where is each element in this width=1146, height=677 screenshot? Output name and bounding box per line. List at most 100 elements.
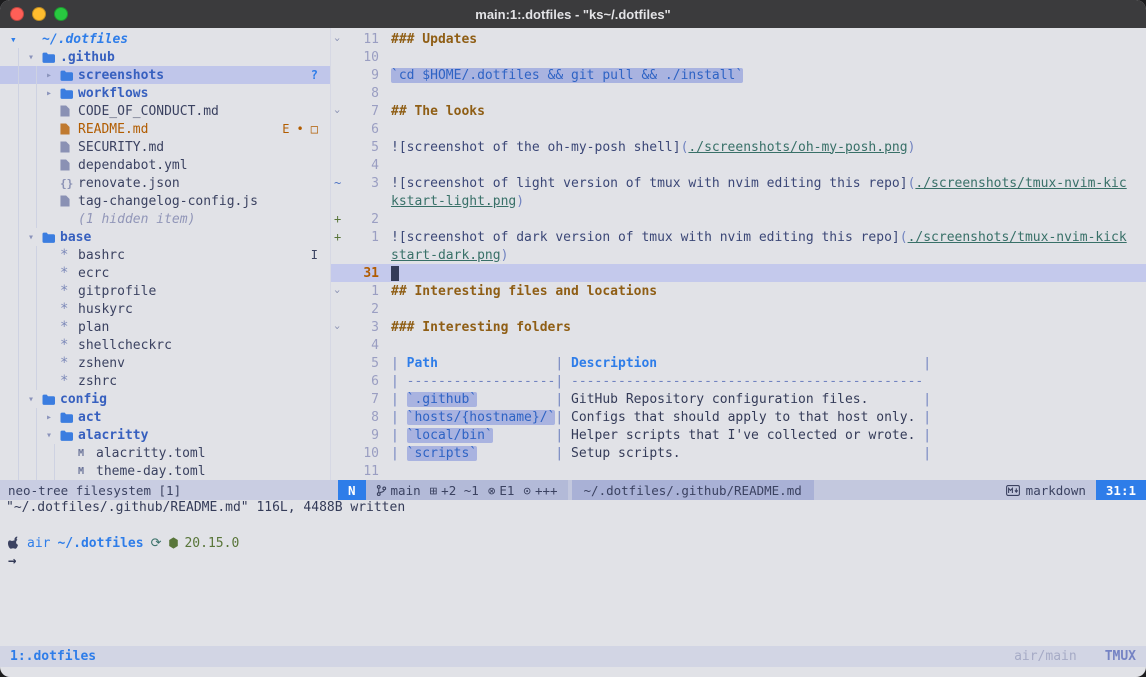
dotfile-icon: * [60, 355, 78, 371]
tree-item-dependabot-yml[interactable]: dependabot.yml [0, 156, 330, 174]
tree-item-label: alacritty [78, 428, 148, 443]
editor-line[interactable]: 6| -------------------| ----------------… [331, 372, 1146, 390]
tree-item-workflows[interactable]: ▸workflows [0, 84, 330, 102]
tree-item-1-hidden-item[interactable]: (1 hidden item) [0, 210, 330, 228]
line-number: 1 [352, 284, 391, 299]
chevron-right-icon[interactable]: ▸ [46, 70, 60, 81]
chevron-right-icon[interactable]: ▸ [46, 88, 60, 99]
code-segment: | [555, 392, 571, 407]
indent-guide [10, 300, 28, 318]
editor-line[interactable]: 10| `scripts` | Setup scripts. | [331, 444, 1146, 462]
chevron-down-icon[interactable]: ▾ [28, 394, 42, 405]
line-text: | `hosts/{hostname}/`| Configs that shou… [391, 410, 1146, 425]
editor-line[interactable]: ~3![screenshot of light version of tmux … [331, 174, 1146, 192]
tree-item-code-of-conduct-md[interactable]: CODE_OF_CONDUCT.md [0, 102, 330, 120]
tree-item-ecrc[interactable]: *ecrc [0, 264, 330, 282]
chevron-down-icon[interactable]: ▾ [10, 33, 24, 46]
tree-item-alacritty[interactable]: ▾ alacritty [0, 426, 330, 444]
editor-line[interactable]: 10 [331, 48, 1146, 66]
editor-line[interactable]: 9| `local/bin` | Helper scripts that I'v… [331, 426, 1146, 444]
editor-line[interactable]: ›1## Interesting files and locations [331, 282, 1146, 300]
editor-line[interactable]: kstart-light.png) [331, 192, 1146, 210]
chevron-down-icon[interactable]: ▾ [28, 232, 42, 243]
editor-line[interactable]: +1![screenshot of dark version of tmux w… [331, 228, 1146, 246]
chevron-down-icon[interactable]: ▾ [28, 52, 42, 63]
close-button[interactable] [10, 7, 24, 21]
tree-item-renovate-json[interactable]: {}renovate.json [0, 174, 330, 192]
line-text: `cd $HOME/.dotfiles && git pull && ./ins… [391, 68, 1146, 83]
link-text[interactable]: kstart-light.png [391, 194, 516, 209]
link-text[interactable]: ./screenshots/tmux-nvim-kic [915, 176, 1126, 191]
diagnostics: ⊗ E1 [488, 483, 515, 498]
tree-item-label: SECURITY.md [78, 140, 164, 155]
window-titlebar: main:1:.dotfiles - "ks~/.dotfiles" [0, 0, 1146, 28]
editor-line[interactable]: 8 [331, 84, 1146, 102]
code-segment: Description [571, 356, 657, 371]
tree-item-tag-changelog-config-js[interactable]: tag-changelog-config.js [0, 192, 330, 210]
editor-line[interactable]: +2 [331, 210, 1146, 228]
tree-item-zshrc[interactable]: *zshrc [0, 372, 330, 390]
tree-item-dotfiles[interactable]: ▾~/.dotfiles [0, 30, 330, 48]
tree-item-readme-md[interactable]: README.mdE•□ [0, 120, 330, 138]
code-segment: ![screenshot of dark version of tmux wit… [391, 230, 900, 245]
link-text[interactable]: ./screenshots/oh-my-posh.png [688, 140, 907, 155]
gutter: 4 [331, 338, 391, 353]
indent-guide [28, 444, 46, 462]
link-text[interactable]: start-dark.png [391, 248, 501, 263]
tree-item-config[interactable]: ▾config [0, 390, 330, 408]
editor-line[interactable]: 4 [331, 156, 1146, 174]
tree-item-act[interactable]: ▸act [0, 408, 330, 426]
code-segment: ------------------- [407, 374, 556, 389]
link-text[interactable]: ./screenshots/tmux-nvim-kick [908, 230, 1127, 245]
tmux-pane-shell[interactable]: air ~/.dotfiles ⟳ 20.15.0 → [0, 518, 1146, 646]
extra-text: +++ [535, 483, 558, 498]
chevron-down-icon[interactable]: ▾ [46, 430, 60, 441]
tree-item-gitprofile[interactable]: *gitprofile [0, 282, 330, 300]
line-text: ### Updates [391, 32, 1146, 47]
tree-item-shellcheckrc[interactable]: *shellcheckrc [0, 336, 330, 354]
dotfile-icon: * [60, 283, 78, 299]
markdown-file-icon [60, 123, 78, 135]
tree-item-screenshots[interactable]: ▸screenshots? [0, 66, 330, 84]
vim-statusline: N main ⊞ +2 ~1 ⊗ E1 ⊙ +++ ~ [338, 480, 1146, 500]
editor-line[interactable]: 2 [331, 300, 1146, 318]
chevron-right-icon[interactable]: ▸ [46, 412, 60, 423]
line-text: ## Interesting files and locations [391, 284, 1146, 299]
editor-line[interactable]: 7| `.github` | GitHub Repository configu… [331, 390, 1146, 408]
tree-item-plan[interactable]: *plan [0, 318, 330, 336]
editor-line[interactable]: ›11### Updates [331, 30, 1146, 48]
dotfile-icon: * [60, 373, 78, 389]
tree-item-bashrc[interactable]: *bashrcI [0, 246, 330, 264]
tree-item-alacritty-toml[interactable]: Malacritty.toml [0, 444, 330, 462]
editor-line[interactable]: 9`cd $HOME/.dotfiles && git pull && ./in… [331, 66, 1146, 84]
tree-item-base[interactable]: ▾base [0, 228, 330, 246]
indent-guide [10, 318, 28, 336]
tree-item-label: zshrc [78, 374, 117, 389]
toml-file-icon: M [78, 466, 96, 477]
tree-item-github[interactable]: ▾.github [0, 48, 330, 66]
editor-line[interactable]: 6 [331, 120, 1146, 138]
editor-line[interactable]: 5![screenshot of the oh-my-posh shell](.… [331, 138, 1146, 156]
code-segment: ) [501, 248, 509, 263]
editor-current-line[interactable]: 31 [331, 264, 1146, 282]
tree-item-huskyrc[interactable]: *huskyrc [0, 300, 330, 318]
prompt-char-row[interactable]: → [8, 552, 1146, 570]
text-cursor [391, 266, 399, 281]
tree-item-security-md[interactable]: SECURITY.md [0, 138, 330, 156]
editor-line[interactable]: 11 [331, 462, 1146, 480]
tree-item-label: (1 hidden item) [78, 212, 195, 227]
zoom-button[interactable] [54, 7, 68, 21]
editor-line[interactable]: 4 [331, 336, 1146, 354]
tmux-window-name[interactable]: 1:.dotfiles [10, 649, 96, 664]
indent-guide [10, 120, 28, 138]
editor-line[interactable]: ›3### Interesting folders [331, 318, 1146, 336]
editor-line[interactable]: start-dark.png) [331, 246, 1146, 264]
editor-line[interactable]: 5| Path | Description | [331, 354, 1146, 372]
minimize-button[interactable] [32, 7, 46, 21]
editor-line[interactable]: ›7## The looks [331, 102, 1146, 120]
tree-item-zshenv[interactable]: *zshenv [0, 354, 330, 372]
tree-item-theme-day-toml[interactable]: Mtheme-day.toml [0, 462, 330, 480]
line-number: 4 [352, 158, 391, 173]
editor-line[interactable]: 8| `hosts/{hostname}/`| Configs that sho… [331, 408, 1146, 426]
line-text: ## The looks [391, 104, 1146, 119]
